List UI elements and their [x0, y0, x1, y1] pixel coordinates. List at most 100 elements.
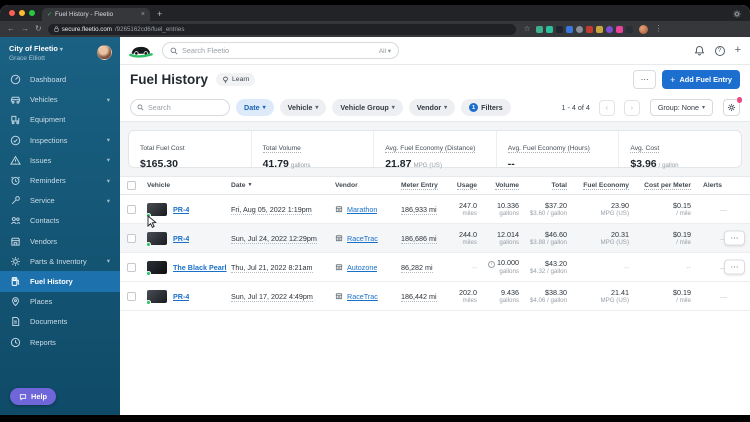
help-circle-icon[interactable]: ? [714, 45, 725, 56]
extension-icon[interactable] [566, 25, 574, 33]
minimize-window-icon[interactable] [19, 10, 25, 16]
date-value[interactable]: Fri, Aug 05, 2022 1:19pm [231, 204, 312, 215]
table-search[interactable] [130, 99, 230, 116]
col-vehicle[interactable]: Vehicle [147, 182, 231, 189]
meter-entry-value[interactable]: 86,282 mi [401, 262, 433, 273]
date-value[interactable]: Sun, Jul 17, 2022 4:49pm [231, 291, 313, 302]
sidebar-item-inspections[interactable]: Inspections ▾ [0, 130, 120, 150]
sidebar-item-contacts[interactable]: Contacts [0, 211, 120, 231]
row-menu-button[interactable]: ⋯ [724, 230, 745, 246]
filter-vendor[interactable]: Vendor ▾ [408, 99, 456, 116]
extension-icon[interactable] [576, 25, 584, 33]
sidebar-item-equipment[interactable]: Equipment [0, 110, 120, 130]
date-value[interactable]: Sun, Jul 24, 2022 12:29pm [231, 233, 317, 244]
row-checkbox[interactable] [127, 262, 136, 272]
col-total[interactable]: Total [519, 182, 567, 190]
table-row[interactable]: PR-4 Sun, Jul 17, 2022 4:49pm RaceTrac 1… [120, 282, 750, 311]
address-bar[interactable]: secure.fleetio.com/9265162cd6/fuel_entri… [47, 23, 516, 35]
vendor-link[interactable]: RaceTrac [347, 234, 378, 243]
table-search-input[interactable] [148, 103, 223, 112]
back-icon[interactable]: ← [7, 25, 15, 33]
select-all-checkbox[interactable] [127, 181, 136, 190]
col-usage[interactable]: Usage [447, 182, 477, 190]
account-switcher[interactable]: City of Fleetio ▾ Grace Elliott [0, 37, 120, 67]
sidebar-item-places[interactable]: Places [0, 292, 120, 312]
col-date[interactable]: Date ▼ [231, 182, 335, 189]
forward-icon[interactable]: → [21, 25, 29, 33]
user-avatar[interactable] [97, 45, 112, 61]
col-vendor[interactable]: Vendor [335, 182, 401, 189]
close-window-icon[interactable] [9, 10, 15, 16]
browser-tab[interactable]: ✓ Fuel History - Fleetio × [42, 8, 150, 21]
table-row[interactable]: The Black Pearl Thu, Jul 21, 2022 8:21am… [120, 253, 750, 282]
extension-icon[interactable] [616, 25, 624, 33]
row-menu-button[interactable]: ⋯ [724, 259, 745, 275]
vehicle-link[interactable]: PR-4 [173, 234, 189, 243]
table-row[interactable]: PR-4 Sun, Jul 24, 2022 12:29pm RaceTrac … [120, 224, 750, 253]
fullscreen-window-icon[interactable] [29, 10, 35, 16]
sidebar-item-vehicles[interactable]: Vehicles ▾ [0, 90, 120, 110]
search-scope[interactable]: All ▾ [379, 47, 391, 55]
col-meter-entry[interactable]: Meter Entry [401, 182, 447, 190]
extension-icon[interactable] [536, 25, 544, 33]
filters-button[interactable]: 1 Filters [461, 99, 511, 116]
sidebar-item-service[interactable]: Service ▾ [0, 191, 120, 211]
global-search[interactable]: All ▾ [162, 42, 399, 59]
row-checkbox[interactable] [127, 204, 136, 214]
new-tab-button[interactable]: + [157, 10, 162, 19]
vehicle-link[interactable]: PR-4 [173, 205, 189, 214]
sidebar-item-documents[interactable]: Documents [0, 312, 120, 332]
reload-icon[interactable]: ↻ [35, 25, 42, 33]
sidebar-item-reminders[interactable]: Reminders ▾ [0, 170, 120, 190]
table-row[interactable]: PR-4 Fri, Aug 05, 2022 1:19pm Marathon 1… [120, 195, 750, 224]
col-volume[interactable]: Volume [477, 182, 519, 190]
sidebar-item-issues[interactable]: Issues ▾ [0, 150, 120, 170]
extension-icon[interactable] [626, 25, 634, 33]
vendor-link[interactable]: RaceTrac [347, 292, 378, 301]
vendor-link[interactable]: Marathon [347, 205, 377, 214]
quick-add-icon[interactable]: + [735, 45, 741, 56]
extension-icons[interactable] [536, 25, 634, 33]
meter-entry-value[interactable]: 186,686 mi [401, 233, 437, 244]
table-settings-button[interactable] [723, 97, 742, 116]
date-value[interactable]: Thu, Jul 21, 2022 8:21am [231, 262, 313, 273]
vendor-link[interactable]: Autozone [347, 263, 377, 272]
extension-icon[interactable] [586, 25, 594, 33]
col-alerts[interactable]: Alerts [691, 182, 739, 189]
learn-badge[interactable]: Learn [216, 73, 256, 86]
next-page-button[interactable]: › [623, 99, 640, 116]
tab-close-icon[interactable]: × [141, 11, 145, 18]
filter-vehicle-group[interactable]: Vehicle Group ▾ [332, 99, 403, 116]
sidebar-item-parts-inventory[interactable]: Parts & Inventory ▾ [0, 251, 120, 271]
global-search-input[interactable] [182, 46, 375, 55]
bookmark-star-icon[interactable]: ☆ [524, 25, 531, 33]
add-fuel-entry-button[interactable]: + Add Fuel Entry [662, 70, 740, 89]
row-checkbox[interactable] [127, 291, 136, 301]
filter-vehicle[interactable]: Vehicle ▾ [279, 99, 327, 116]
bell-icon[interactable] [694, 45, 705, 56]
info-icon[interactable]: i [488, 260, 496, 268]
help-button[interactable]: Help [10, 388, 57, 405]
col-cost-per-meter[interactable]: Cost per Meter [629, 182, 691, 190]
vehicle-link[interactable]: PR-4 [173, 292, 189, 301]
sidebar-item-dashboard[interactable]: Dashboard [0, 70, 120, 90]
meter-entry-value[interactable]: 186,933 mi [401, 204, 437, 215]
extension-icon[interactable] [606, 25, 614, 33]
extension-icon[interactable] [556, 25, 564, 33]
group-by-select[interactable]: Group: None ▾ [649, 99, 713, 116]
prev-page-button[interactable]: ‹ [598, 99, 615, 116]
window-gear-icon[interactable] [733, 10, 741, 18]
col-fuel-economy[interactable]: Fuel Economy [567, 182, 629, 190]
browser-profile-avatar[interactable] [639, 24, 649, 34]
vehicle-link[interactable]: The Black Pearl [173, 263, 227, 272]
page-more-button[interactable]: ⋯ [633, 70, 657, 89]
window-controls[interactable] [0, 5, 42, 21]
sidebar-item-vendors[interactable]: Vendors [0, 231, 120, 251]
browser-menu-icon[interactable]: ⋮ [654, 25, 662, 33]
meter-entry-value[interactable]: 186,442 mi [401, 291, 437, 302]
sidebar-item-fuel-history[interactable]: Fuel History [0, 271, 120, 292]
extension-icon[interactable] [596, 25, 604, 33]
sidebar-item-reports[interactable]: Reports [0, 332, 120, 352]
filter-date[interactable]: Date ▾ [236, 99, 274, 116]
extension-icon[interactable] [546, 25, 554, 33]
